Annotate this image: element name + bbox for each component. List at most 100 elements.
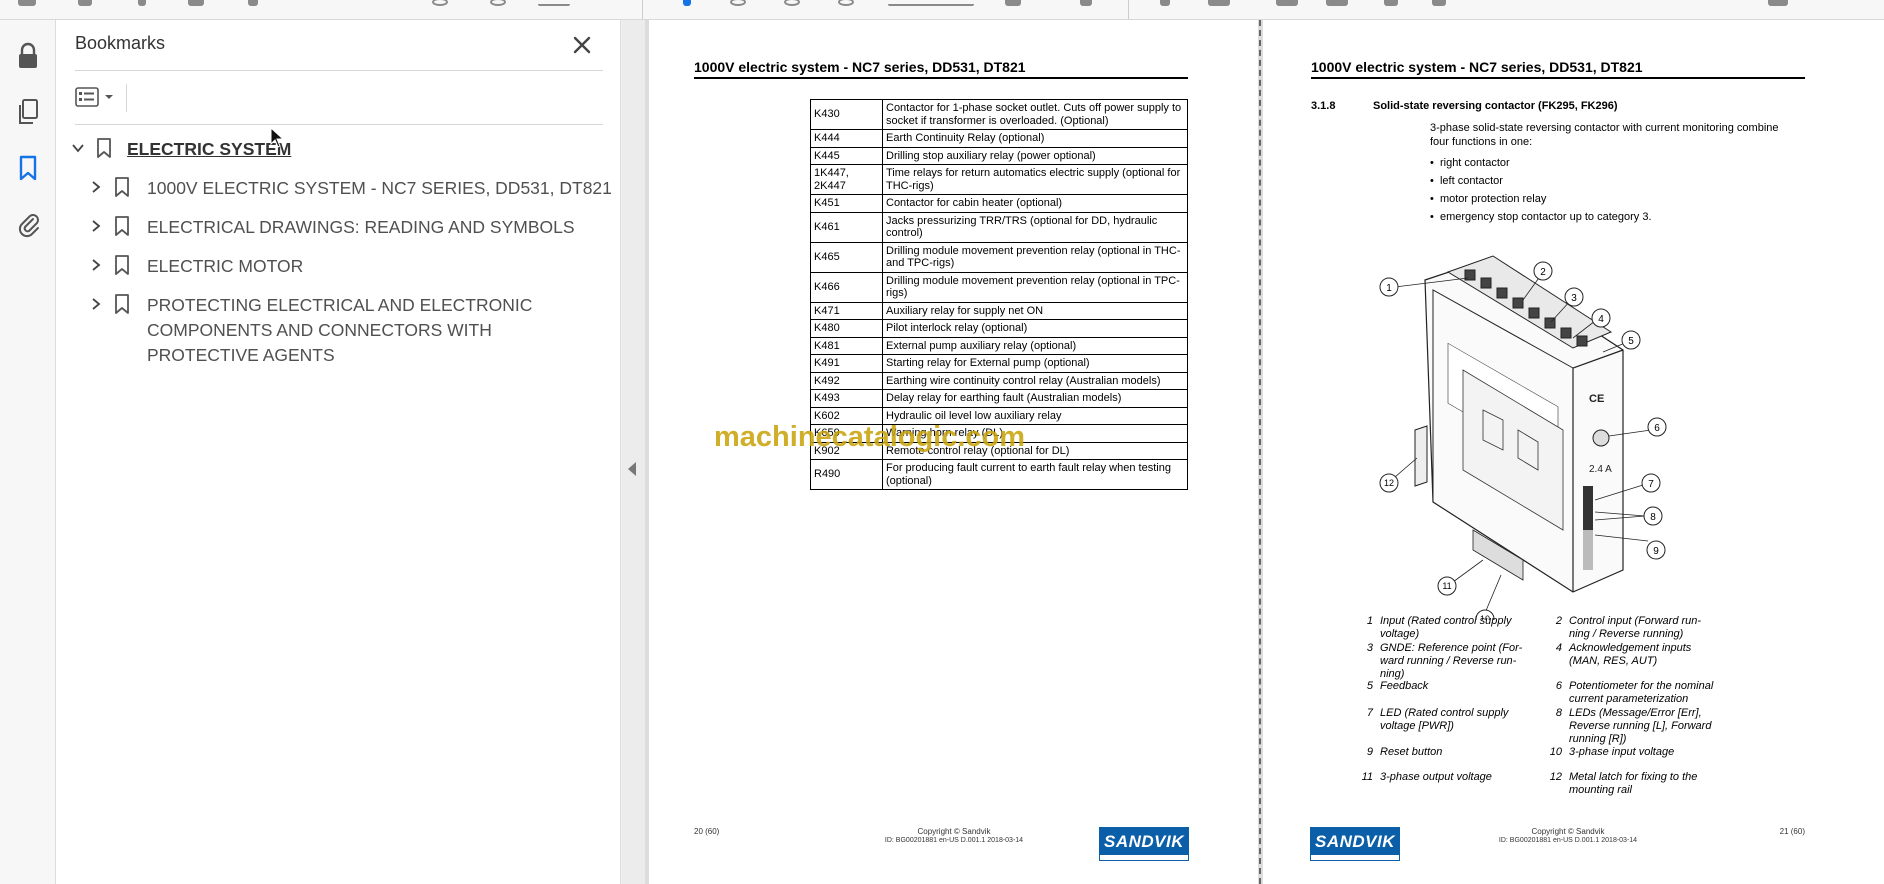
doc-id: ID: BG00201881 en-US D.001.1 2018-03-14 bbox=[884, 837, 1024, 844]
prev-page-icon[interactable] bbox=[432, 0, 448, 6]
bookmark-item-electric-system[interactable]: ELECTRIC SYSTEM bbox=[67, 137, 291, 162]
draw-icon[interactable] bbox=[1276, 0, 1298, 6]
relay-code-cell: K444 bbox=[810, 129, 883, 148]
attachment-icon[interactable] bbox=[12, 208, 44, 240]
svg-text:11: 11 bbox=[1442, 581, 1451, 591]
legend-text: Potentiometer for the nominal current pa… bbox=[1569, 680, 1714, 705]
svg-text:3: 3 bbox=[1571, 293, 1577, 304]
erase-icon[interactable] bbox=[1432, 0, 1446, 6]
fit-page-icon[interactable] bbox=[1005, 0, 1021, 6]
legend-text: 3-phase input voltage bbox=[1569, 746, 1675, 758]
stamp-icon[interactable] bbox=[1384, 0, 1398, 6]
svg-text:12: 12 bbox=[1384, 478, 1394, 488]
legend-text: Acknowledgement inputs (MAN, RES, AUT) bbox=[1569, 642, 1692, 667]
menu-icon[interactable] bbox=[18, 0, 36, 6]
pdf-reader-window: Bookmarks ELECTRIC SYSTEM 1000V ELECTRIC… bbox=[0, 0, 1884, 884]
chevron-right-icon[interactable] bbox=[85, 254, 107, 276]
legend-number: 1 bbox=[1366, 615, 1373, 627]
bookmark-item-electrical-drawings[interactable]: ELECTRICAL DRAWINGS: READING AND SYMBOLS bbox=[85, 215, 575, 240]
bookmark-item-electric-motor[interactable]: ELECTRIC MOTOR bbox=[85, 254, 303, 279]
legend-number: 8 bbox=[1555, 707, 1562, 719]
scroll-mode-icon[interactable] bbox=[1080, 0, 1092, 6]
copyright: Copyright © Sandvik bbox=[917, 827, 991, 836]
bookmark-label[interactable]: 1000V ELECTRIC SYSTEM - NC7 SERIES, DD53… bbox=[147, 176, 612, 201]
relay-description-cell: External pump auxiliary relay (optional) bbox=[882, 336, 1188, 355]
bookmark-item-protecting-components[interactable]: PROTECTING ELECTRICAL AND ELECTRONIC COM… bbox=[85, 293, 585, 368]
zoom-in-icon[interactable] bbox=[784, 0, 800, 6]
contactor-diagram: CE 2.4 A 1 2 3 4 5 6 7 8 9 10 11 12 bbox=[1379, 255, 1667, 620]
bookmark-icon[interactable] bbox=[12, 152, 44, 184]
zoom-reset-icon[interactable] bbox=[838, 0, 854, 6]
bookmark-label[interactable]: PROTECTING ELECTRICAL AND ELECTRONIC COM… bbox=[147, 293, 585, 368]
search-icon[interactable] bbox=[248, 0, 258, 6]
svg-text:5: 5 bbox=[1628, 336, 1634, 347]
relay-code-cell: K493 bbox=[810, 389, 883, 408]
bookmark-item-1000v-electric-system[interactable]: 1000V ELECTRIC SYSTEM - NC7 SERIES, DD53… bbox=[85, 176, 612, 201]
divider bbox=[75, 124, 603, 125]
panel-collapse-handle bbox=[622, 20, 645, 884]
panel-title: Bookmarks bbox=[75, 33, 166, 53]
legend-number: 3 bbox=[1366, 642, 1373, 654]
zoom-level-field[interactable] bbox=[888, 4, 974, 6]
select-tool-icon[interactable] bbox=[683, 0, 691, 6]
relay-description-cell: Pilot interlock relay (optional) bbox=[882, 319, 1188, 338]
next-page-icon[interactable] bbox=[490, 0, 506, 6]
relay-description-cell: Starting relay for External pump (option… bbox=[882, 354, 1188, 373]
bookmark-label[interactable]: ELECTRIC MOTOR bbox=[147, 254, 303, 279]
chevron-right-icon[interactable] bbox=[85, 215, 107, 237]
relay-description-cell: Drilling module movement prevention rela… bbox=[882, 241, 1188, 273]
table-row: K451 Contactor for cabin heater (optional… bbox=[810, 194, 1188, 213]
page-break-line bbox=[1259, 20, 1261, 884]
relay-description-cell: Contactor for 1-phase socket outlet. Cut… bbox=[882, 99, 1188, 130]
relay-code-cell: K480 bbox=[810, 319, 883, 338]
share-icon[interactable] bbox=[1768, 0, 1788, 6]
close-icon[interactable] bbox=[571, 34, 593, 56]
divider bbox=[75, 70, 603, 71]
legend-number: 6 bbox=[1555, 680, 1562, 692]
sandvik-logo: SANDVIK bbox=[1099, 827, 1189, 861]
section-number: 3.1.8 bbox=[1311, 100, 1336, 112]
ce-mark: CE bbox=[1589, 393, 1604, 405]
section-title: Solid-state reversing contactor (FK295, … bbox=[1373, 100, 1618, 112]
star-icon[interactable] bbox=[78, 0, 92, 6]
relay-code-cell: K451 bbox=[810, 194, 883, 213]
toolbar-divider bbox=[1128, 0, 1129, 19]
callout-12: 12 bbox=[1379, 473, 1399, 493]
svg-text:1: 1 bbox=[1386, 283, 1392, 294]
highlight-icon[interactable] bbox=[1208, 0, 1230, 6]
collapse-arrow-icon[interactable] bbox=[628, 462, 636, 476]
chevron-right-icon[interactable] bbox=[85, 176, 107, 198]
divider bbox=[126, 84, 127, 112]
legend-text: LEDs (Message/Error [Err], Reverse runni… bbox=[1569, 707, 1712, 745]
bullet-item: • right contactor bbox=[1430, 157, 1510, 169]
pages-icon[interactable] bbox=[12, 96, 44, 128]
chevron-right-icon[interactable] bbox=[85, 293, 107, 315]
callout-5: 5 bbox=[1621, 330, 1641, 350]
comment-icon[interactable] bbox=[1160, 0, 1170, 6]
relay-description-cell: Drilling stop auxiliary relay (power opt… bbox=[882, 146, 1188, 165]
bookmark-label[interactable]: ELECTRIC SYSTEM bbox=[127, 137, 291, 162]
svg-text:7: 7 bbox=[1648, 479, 1654, 490]
sign-icon[interactable] bbox=[1326, 0, 1348, 6]
legend-number: 10 bbox=[1549, 746, 1562, 758]
page-number-field[interactable] bbox=[538, 4, 570, 6]
bookmark-options-button[interactable] bbox=[75, 84, 119, 110]
upload-icon[interactable] bbox=[138, 0, 146, 6]
legend-number: 2 bbox=[1555, 615, 1562, 627]
table-row: 1K447, 2K447 Time relays for return autom… bbox=[810, 164, 1188, 195]
print-icon[interactable] bbox=[188, 0, 204, 6]
svg-text:2: 2 bbox=[1540, 267, 1546, 278]
relay-description-cell: Contactor for cabin heater (optional) bbox=[882, 194, 1188, 213]
page-header: 1000V electric system - NC7 series, DD53… bbox=[1311, 59, 1805, 79]
relay-description-cell: Earth Continuity Relay (optional) bbox=[882, 129, 1188, 148]
toolbar-divider bbox=[642, 0, 643, 19]
svg-text:4: 4 bbox=[1598, 314, 1604, 325]
bookmark-label[interactable]: ELECTRICAL DRAWINGS: READING AND SYMBOLS bbox=[147, 215, 575, 240]
relay-code-cell: K466 bbox=[810, 271, 883, 303]
zoom-out-icon[interactable] bbox=[730, 0, 746, 6]
table-row: K466 Drilling module movement prevention … bbox=[810, 271, 1188, 303]
chevron-down-icon[interactable] bbox=[67, 137, 89, 159]
bookmark-flag-icon bbox=[111, 176, 133, 198]
relay-description-cell: Drilling module movement prevention rela… bbox=[882, 271, 1188, 303]
lock-icon[interactable] bbox=[12, 40, 44, 72]
